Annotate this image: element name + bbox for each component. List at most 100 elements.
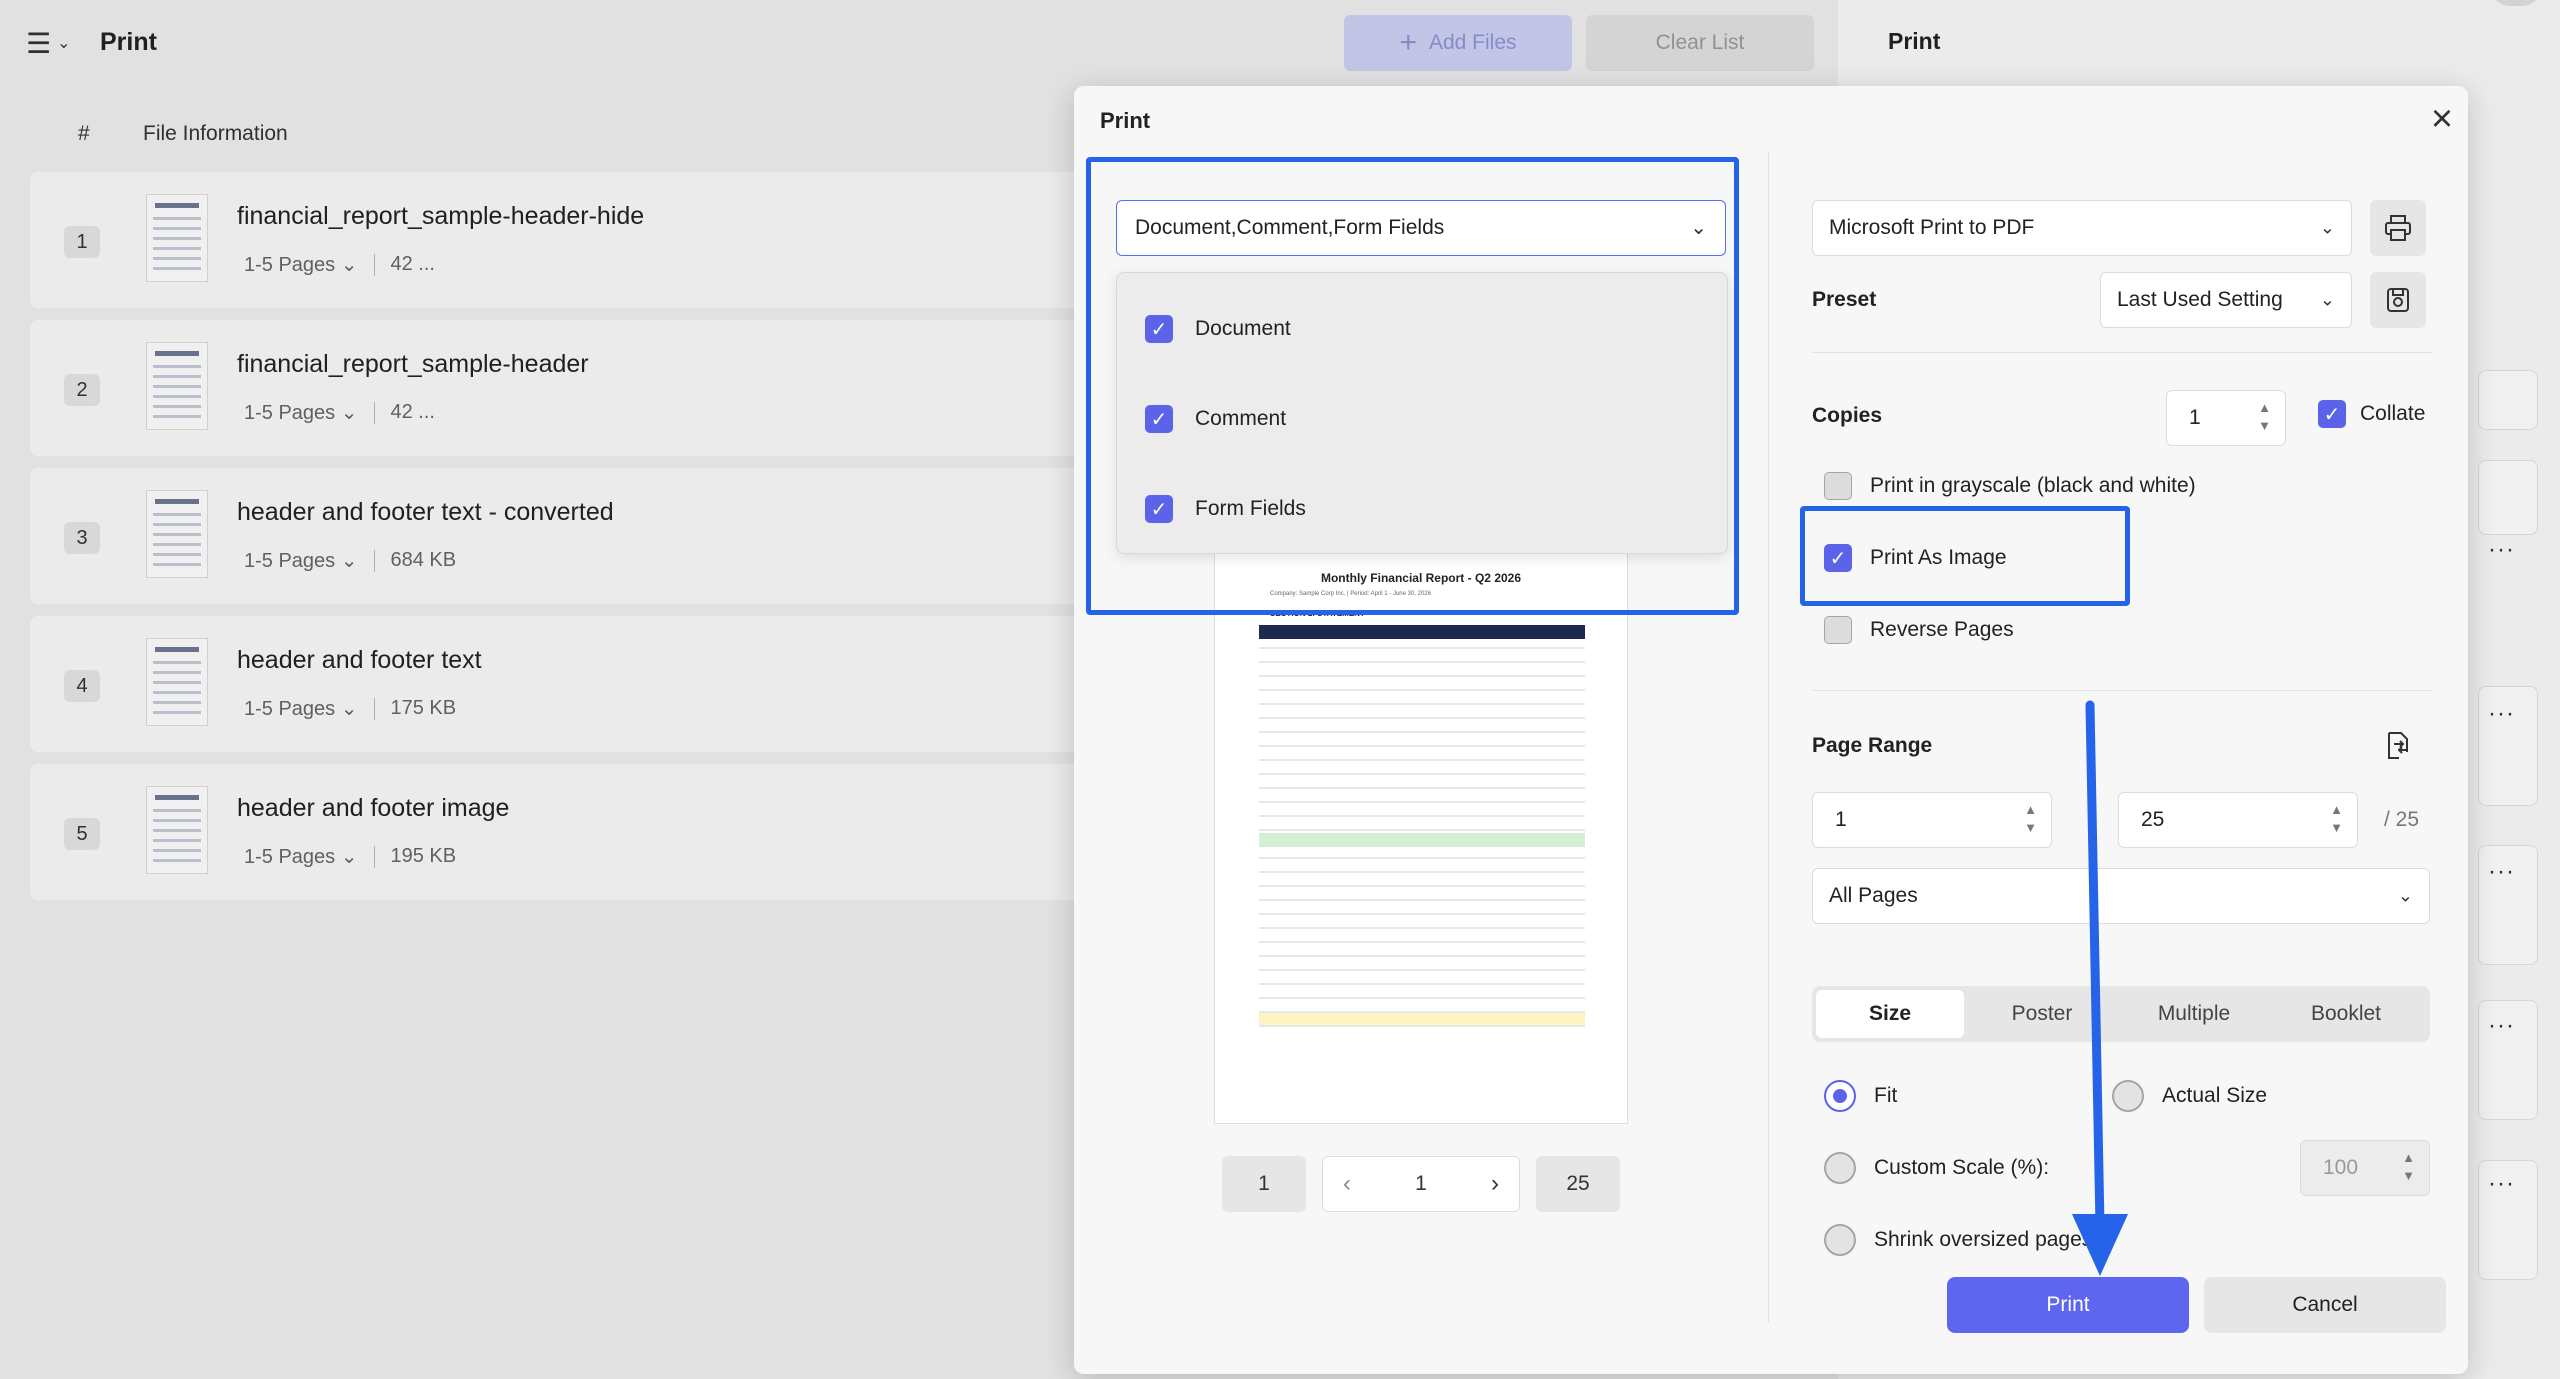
content-select-value: Document,Comment,Form Fields — [1135, 216, 1445, 239]
shrink-oversized-radio[interactable]: Shrink oversized pages — [1824, 1224, 2092, 1256]
chevron-down-icon: ⌄ — [2319, 289, 2335, 310]
chevron-left-icon[interactable]: ‹ — [1343, 1170, 1351, 1198]
range-to-stepper[interactable]: 25 ▲ ▼ — [2118, 792, 2358, 848]
preview-table-row — [1259, 941, 1585, 943]
range-from-stepper[interactable]: 1 ▲ ▼ — [1812, 792, 2052, 848]
radio-selected-icon — [1824, 1080, 1856, 1112]
stepper-arrows-icon[interactable]: ▲ ▼ — [2258, 399, 2271, 435]
save-preset-button[interactable] — [2370, 272, 2426, 328]
grayscale-label: Print in grayscale (black and white) — [1870, 474, 2196, 497]
divider — [1812, 690, 2432, 691]
print-as-image-label: Print As Image — [1870, 546, 2007, 569]
dialog-title: Print — [1100, 108, 1151, 133]
preview-table-row — [1259, 773, 1585, 775]
preview-table-row — [1259, 1025, 1585, 1027]
fit-label: Fit — [1874, 1084, 1898, 1107]
preview-table-row — [1259, 703, 1585, 705]
preview-table-row — [1259, 871, 1585, 873]
radio-unselected-icon — [2112, 1080, 2144, 1112]
preview-table-row — [1259, 969, 1585, 971]
option-comment[interactable]: ✓ Comment — [1145, 399, 1286, 439]
print-as-image-checkbox[interactable]: ✓ Print As Image — [1824, 544, 2007, 572]
preview-table-row — [1259, 857, 1585, 859]
tab-booklet[interactable]: Booklet — [2272, 990, 2420, 1038]
actual-size-radio[interactable]: Actual Size — [2112, 1080, 2267, 1112]
option-document[interactable]: ✓ Document — [1145, 309, 1291, 349]
custom-scale-value: 100 — [2323, 1156, 2359, 1179]
checkbox-checked-icon: ✓ — [1145, 405, 1173, 433]
reverse-pages-label: Reverse Pages — [1870, 618, 2014, 641]
fit-radio[interactable]: Fit — [1824, 1080, 1897, 1112]
radio-unselected-icon — [1824, 1152, 1856, 1184]
chevron-right-icon[interactable]: › — [1491, 1170, 1499, 1198]
preset-select-value: Last Used Setting — [2117, 288, 2283, 311]
stepper-arrows-icon[interactable]: ▲ ▼ — [2330, 801, 2343, 837]
copies-value: 1 — [2189, 406, 2201, 429]
cancel-button[interactable]: Cancel — [2204, 1277, 2446, 1333]
pager-last-page[interactable]: 25 — [1536, 1156, 1620, 1212]
printer-select[interactable]: Microsoft Print to PDF ⌄ — [1812, 200, 2352, 256]
tab-size[interactable]: Size — [1816, 990, 1964, 1038]
divider — [1812, 352, 2432, 353]
shrink-label: Shrink oversized pages — [1874, 1228, 2093, 1251]
content-dropdown-menu: ✓ Document ✓ Comment ✓ Form Fields — [1116, 272, 1728, 554]
printer-select-value: Microsoft Print to PDF — [1829, 216, 2035, 239]
preview-table-header — [1259, 625, 1585, 639]
option-label: Document — [1195, 317, 1291, 340]
option-label: Form Fields — [1195, 497, 1306, 520]
print-preview: Monthly Financial Report - Q2 2026 Compa… — [1214, 552, 1628, 1124]
pager-first-page[interactable]: 1 — [1222, 1156, 1306, 1212]
preview-highlight-row — [1259, 1013, 1585, 1025]
checkbox-checked-icon: ✓ — [1145, 495, 1173, 523]
printer-properties-button[interactable] — [2370, 200, 2426, 256]
range-mode-select[interactable]: All Pages ⌄ — [1812, 868, 2430, 924]
option-label: Comment — [1195, 407, 1287, 430]
preview-table-row — [1259, 689, 1585, 691]
range-to-value: 25 — [2141, 808, 2165, 831]
radio-unselected-icon — [1824, 1224, 1856, 1256]
preview-table-row — [1259, 731, 1585, 733]
preview-table-row — [1259, 647, 1585, 649]
checkbox-checked-icon: ✓ — [1824, 544, 1852, 572]
collate-label: Collate — [2360, 402, 2426, 425]
copies-label: Copies — [1812, 404, 1883, 427]
grayscale-checkbox[interactable]: Print in grayscale (black and white) — [1824, 472, 2196, 500]
print-dialog: Print × Document,Comment,Form Fields ⌄ M… — [1074, 86, 2468, 1374]
chevron-down-icon: ⌄ — [2397, 885, 2413, 906]
tab-multiple[interactable]: Multiple — [2120, 990, 2268, 1038]
chevron-down-icon: ⌄ — [1690, 217, 1707, 239]
preview-table-row — [1259, 983, 1585, 985]
preview-table — [1259, 625, 1585, 1045]
preview-table-row — [1259, 829, 1585, 831]
range-mode-value: All Pages — [1829, 884, 1918, 907]
preview-table-row — [1259, 927, 1585, 929]
chevron-down-icon: ⌄ — [2319, 217, 2335, 238]
preset-select[interactable]: Last Used Setting ⌄ — [2100, 272, 2352, 328]
custom-scale-input[interactable]: 100 ▲ ▼ — [2300, 1140, 2430, 1196]
collate-checkbox[interactable]: ✓ Collate — [2318, 400, 2425, 428]
reverse-pages-checkbox[interactable]: Reverse Pages — [1824, 616, 2014, 644]
checkbox-unchecked-icon — [1824, 472, 1852, 500]
page-range-options-button[interactable] — [2370, 718, 2426, 774]
preview-table-row — [1259, 801, 1585, 803]
preview-table-row — [1259, 955, 1585, 957]
option-form-fields[interactable]: ✓ Form Fields — [1145, 489, 1306, 529]
preview-table-row — [1259, 815, 1585, 817]
stepper-arrows-icon[interactable]: ▲ ▼ — [2402, 1149, 2415, 1185]
pager-current-page[interactable]: ‹ 1 › — [1322, 1156, 1520, 1212]
content-select[interactable]: Document,Comment,Form Fields ⌄ — [1116, 200, 1726, 256]
tab-poster[interactable]: Poster — [1968, 990, 2116, 1038]
stepper-arrows-icon[interactable]: ▲ ▼ — [2024, 801, 2037, 837]
preset-label: Preset — [1812, 288, 1877, 311]
close-icon[interactable]: × — [2424, 100, 2460, 138]
preview-report-subtitle: Company: Sample Corp Inc. | Period: Apri… — [1270, 591, 1431, 597]
checkbox-unchecked-icon — [1824, 616, 1852, 644]
copies-stepper[interactable]: 1 ▲ ▼ — [2166, 390, 2286, 446]
range-total: / 25 — [2384, 808, 2420, 831]
print-button[interactable]: Print — [1947, 1277, 2189, 1333]
custom-scale-radio[interactable]: Custom Scale (%): — [1824, 1152, 2049, 1184]
preview-table-row — [1259, 717, 1585, 719]
preview-table-row — [1259, 661, 1585, 663]
page-range-label: Page Range — [1812, 734, 1933, 757]
preview-table-row — [1259, 885, 1585, 887]
